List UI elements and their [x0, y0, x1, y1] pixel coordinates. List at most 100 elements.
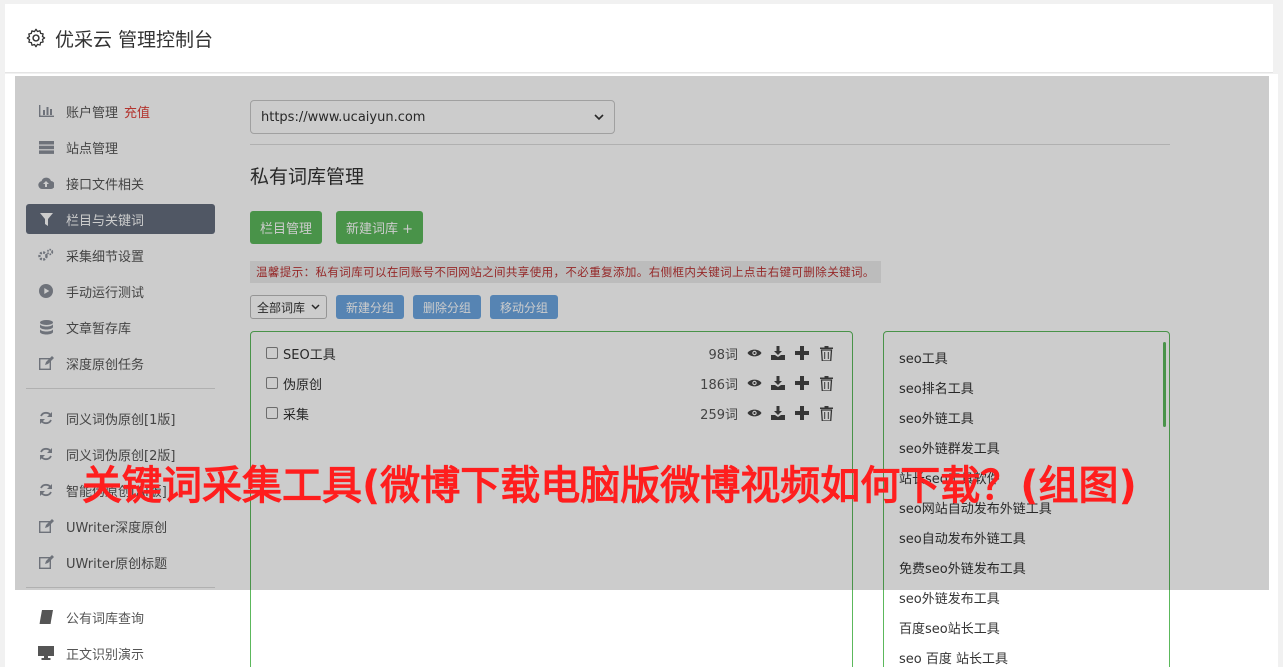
sidebar-item-uwriter-title[interactable]: UWriter原创标题	[26, 547, 215, 577]
plus-icon[interactable]	[794, 345, 810, 361]
filter-icon	[38, 212, 54, 226]
library-count: 259词	[700, 407, 738, 423]
library-count: 98词	[708, 347, 738, 363]
action-buttons: 栏目管理 新建词库 +	[250, 211, 1170, 244]
move-group-button[interactable]: 移动分组	[490, 295, 559, 319]
sidebar-item-collect-settings[interactable]: 采集细节设置	[26, 240, 215, 270]
keyword-item[interactable]: seo外链工具	[884, 402, 1169, 432]
recharge-link[interactable]: 充值	[124, 102, 150, 121]
library-actions	[746, 375, 834, 391]
keyword-item[interactable]: seo排名工具	[884, 372, 1169, 402]
sidebar-item-columns-keywords[interactable]: 栏目与关键词	[26, 204, 215, 234]
sidebar-item-synonym-v1[interactable]: 同义词伪原创[1版]	[26, 403, 215, 433]
cloud-upload-icon	[38, 176, 54, 190]
sidebar-item-label: 接口文件相关	[66, 177, 145, 193]
trash-icon[interactable]	[818, 405, 834, 421]
app-title: 优采云 管理控制台	[55, 28, 214, 51]
library-actions	[746, 405, 834, 421]
new-library-button[interactable]: 新建词库 +	[336, 211, 424, 244]
sidebar-item-label: 深度原创任务	[66, 357, 145, 373]
sidebar-item-label: 站点管理	[66, 141, 119, 157]
eye-icon[interactable]	[746, 375, 762, 391]
eye-icon[interactable]	[746, 345, 762, 361]
trash-icon[interactable]	[818, 375, 834, 391]
edit-icon	[38, 356, 54, 370]
database-icon	[38, 319, 54, 334]
chevron-down-icon	[594, 113, 604, 120]
play-circle-icon	[38, 284, 54, 298]
headline-banner: 关键词采集工具(微博下载电脑版微博视频如何下载？(组图)	[82, 463, 1137, 509]
keyword-scrollbar[interactable]	[1163, 342, 1166, 427]
download-icon[interactable]	[770, 405, 786, 421]
library-name[interactable]: 伪原创	[283, 374, 678, 393]
refresh-icon	[38, 483, 54, 497]
sidebar: 账户管理 充值 站点管理 接口文件相关 栏目与关键词 采集细节设置 手动运行测试	[26, 96, 215, 667]
server-icon	[38, 140, 54, 154]
plus-icon[interactable]	[794, 375, 810, 391]
library-checkbox[interactable]	[266, 407, 278, 419]
keyword-item[interactable]: seo自动发布外链工具	[884, 522, 1169, 552]
sidebar-item-deep-original[interactable]: 深度原创任务	[26, 348, 215, 378]
sidebar-item-sites[interactable]: 站点管理	[26, 132, 215, 162]
refresh-icon	[38, 447, 54, 461]
column-manage-button[interactable]: 栏目管理	[250, 211, 323, 244]
sidebar-item-label: UWriter深度原创	[66, 520, 168, 536]
list-item[interactable]: 采集 259词	[251, 398, 852, 428]
library-group-select-value: 全部词库	[257, 300, 306, 315]
refresh-icon	[38, 411, 54, 425]
sidebar-item-label: 栏目与关键词	[66, 213, 145, 229]
list-item[interactable]: 伪原创 186词	[251, 368, 852, 398]
main-content: https://www.ucaiyun.com 私有词库管理 栏目管理 新建词库…	[250, 100, 1170, 319]
bar-chart-icon	[38, 104, 54, 118]
sidebar-item-label: 采集细节设置	[66, 249, 145, 265]
edit-icon	[38, 555, 54, 569]
chevron-down-icon	[311, 304, 320, 310]
keyword-item[interactable]: seo外链发布工具	[884, 582, 1169, 612]
sidebar-item-uwriter-deep[interactable]: UWriter深度原创	[26, 511, 215, 541]
tip-text: 温馨提示：私有词库可以在同账号不同网站之间共享使用，不必重复添加。右侧框内关键词…	[250, 261, 881, 283]
eye-icon[interactable]	[746, 405, 762, 421]
keyword-item[interactable]: 免费seo外链发布工具	[884, 552, 1169, 582]
sidebar-divider	[26, 388, 215, 389]
sidebar-item-label: UWriter原创标题	[66, 556, 168, 572]
sidebar-item-label: 公有词库查询	[66, 611, 145, 627]
sidebar-item-text-recognition[interactable]: 正文识别演示	[26, 638, 215, 667]
sidebar-item-label: 正文识别演示	[66, 647, 145, 663]
keyword-item[interactable]: seo 百度 站长工具	[884, 642, 1169, 667]
monitor-icon	[38, 646, 54, 660]
download-icon[interactable]	[770, 375, 786, 391]
divider	[250, 144, 1170, 145]
sidebar-item-account[interactable]: 账户管理 充值	[26, 96, 215, 126]
delete-group-button[interactable]: 删除分组	[413, 295, 482, 319]
sidebar-item-manual-run[interactable]: 手动运行测试	[26, 276, 215, 306]
library-count: 186词	[700, 377, 738, 393]
trash-icon[interactable]	[818, 345, 834, 361]
sidebar-item-label: 账户管理	[66, 105, 119, 121]
sidebar-item-label: 手动运行测试	[66, 285, 145, 301]
library-group-select[interactable]: 全部词库	[250, 295, 328, 319]
library-name[interactable]: SEO工具	[283, 344, 678, 363]
edit-icon	[38, 519, 54, 533]
site-select[interactable]: https://www.ucaiyun.com	[250, 100, 615, 134]
list-item[interactable]: SEO工具 98词	[251, 338, 852, 368]
sidebar-item-article-store[interactable]: 文章暂存库	[26, 312, 215, 342]
download-icon[interactable]	[770, 345, 786, 361]
keyword-item[interactable]: 百度seo站长工具	[884, 612, 1169, 642]
group-toolbar: 全部词库 新建分组 删除分组 移动分组	[250, 295, 1170, 319]
sidebar-item-interface-files[interactable]: 接口文件相关	[26, 168, 215, 198]
book-icon	[38, 610, 54, 624]
top-bar: 优采云 管理控制台	[5, 4, 1273, 73]
page-title: 私有词库管理	[250, 166, 365, 188]
sidebar-divider	[26, 587, 215, 588]
plus-icon[interactable]	[794, 405, 810, 421]
sidebar-item-public-lib[interactable]: 公有词库查询	[26, 602, 215, 632]
site-select-value: https://www.ucaiyun.com	[261, 109, 426, 125]
gear-icon	[26, 28, 46, 48]
keyword-item[interactable]: seo工具	[884, 342, 1169, 372]
sidebar-item-label: 同义词伪原创[1版]	[66, 412, 176, 428]
library-checkbox[interactable]	[266, 377, 278, 389]
new-group-button[interactable]: 新建分组	[336, 295, 405, 319]
library-checkbox[interactable]	[266, 347, 278, 359]
library-name[interactable]: 采集	[283, 404, 678, 423]
library-actions	[746, 345, 834, 361]
